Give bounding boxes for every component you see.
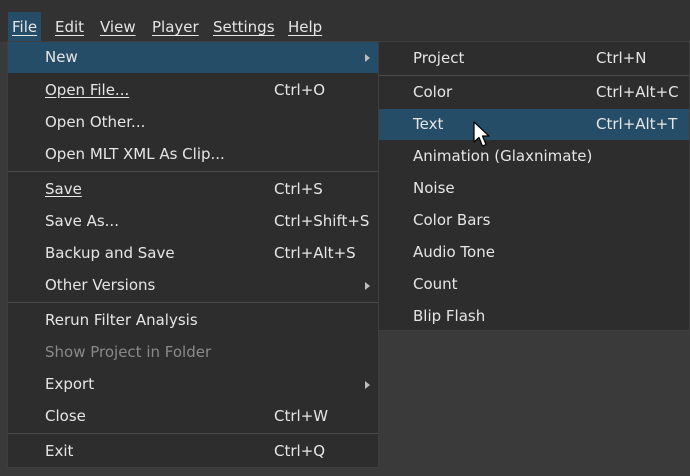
file-menu-item-backup-and-save[interactable]: Backup and Save Ctrl+Alt+S — [8, 238, 378, 269]
menu-item-label: Open MLT XML As Clip... — [45, 145, 225, 163]
mouse-pointer-icon — [473, 121, 490, 147]
menu-item-label: Open Other... — [45, 113, 146, 131]
file-menu-item-exit[interactable]: Exit Ctrl+Q — [8, 436, 378, 467]
menu-item-label: Exit — [45, 442, 74, 460]
menu-item-label: Project — [413, 49, 465, 67]
menu-item-shortcut: Ctrl+S — [274, 180, 323, 198]
menu-separator — [8, 302, 378, 303]
file-menu: New Open File... Ctrl+O Open Other... Op… — [7, 41, 379, 468]
file-menu-item-save-as[interactable]: Save As... Ctrl+Shift+S — [8, 206, 378, 237]
menu-item-shortcut: Ctrl+Alt+C — [596, 83, 679, 101]
menu-item-label: Color Bars — [413, 211, 491, 229]
menu-item-label: Audio Tone — [413, 243, 495, 261]
menu-item-label: Save As... — [45, 212, 119, 230]
menu-item-label: Noise — [413, 179, 455, 197]
file-menu-item-open-other[interactable]: Open Other... — [8, 107, 378, 138]
menu-item-shortcut: Ctrl+Shift+S — [274, 212, 370, 230]
menu-item-label: Color — [413, 83, 453, 101]
new-submenu-item-project[interactable]: Project Ctrl+N — [379, 43, 689, 74]
menu-help[interactable]: Help — [284, 12, 326, 42]
new-submenu-item-noise[interactable]: Noise — [379, 173, 689, 204]
menu-view[interactable]: View — [96, 12, 140, 42]
menu-item-shortcut: Ctrl+Alt+T — [596, 115, 678, 133]
menu-item-label: Close — [45, 407, 86, 425]
menu-item-label: Count — [413, 275, 458, 293]
menu-item-label: Blip Flash — [413, 307, 486, 325]
menu-settings[interactable]: Settings — [209, 12, 279, 42]
submenu-arrow-icon — [365, 381, 370, 389]
menu-item-label: Backup and Save — [45, 244, 175, 262]
file-menu-item-new[interactable]: New — [8, 42, 378, 73]
menu-separator — [8, 433, 378, 434]
menu-item-label: Show Project in Folder — [45, 343, 212, 361]
file-menu-item-close[interactable]: Close Ctrl+W — [8, 401, 378, 432]
submenu-arrow-icon — [365, 282, 370, 290]
file-menu-item-save[interactable]: Save Ctrl+S — [8, 174, 378, 205]
new-submenu-item-count[interactable]: Count — [379, 269, 689, 300]
menu-item-shortcut: Ctrl+Q — [274, 442, 326, 460]
menu-separator — [8, 171, 378, 172]
menu-item-shortcut: Ctrl+N — [596, 49, 647, 67]
new-submenu-item-blip-flash[interactable]: Blip Flash — [379, 301, 689, 332]
file-menu-item-rerun-filter-analysis[interactable]: Rerun Filter Analysis — [8, 305, 378, 336]
submenu-arrow-icon — [365, 54, 370, 62]
file-menu-item-export[interactable]: Export — [8, 369, 378, 400]
file-menu-item-open-file[interactable]: Open File... Ctrl+O — [8, 75, 378, 106]
menu-item-shortcut: Ctrl+O — [274, 81, 326, 99]
menu-item-label: Save — [45, 180, 82, 198]
menu-item-label: Rerun Filter Analysis — [45, 311, 198, 329]
new-submenu-item-animation[interactable]: Animation (Glaxnimate) — [379, 141, 689, 172]
menu-item-label: Text — [413, 115, 444, 133]
menu-item-label: Animation (Glaxnimate) — [413, 147, 593, 165]
menu-item-shortcut: Ctrl+W — [274, 407, 329, 425]
menu-file[interactable]: File — [8, 12, 42, 42]
new-submenu-item-text[interactable]: Text Ctrl+Alt+T — [379, 109, 689, 140]
menu-item-label: Other Versions — [45, 276, 156, 294]
menu-item-label: New — [45, 48, 78, 66]
menu-item-label: Export — [45, 375, 95, 393]
new-submenu-item-color-bars[interactable]: Color Bars — [379, 205, 689, 236]
file-menu-item-other-versions[interactable]: Other Versions — [8, 270, 378, 301]
menu-edit[interactable]: Edit — [51, 12, 88, 42]
new-submenu-item-color[interactable]: Color Ctrl+Alt+C — [379, 77, 689, 108]
menu-bar: File Edit View Player Settings Help — [0, 0, 690, 42]
new-submenu-item-audio-tone[interactable]: Audio Tone — [379, 237, 689, 268]
menu-separator — [379, 75, 689, 76]
menu-item-shortcut: Ctrl+Alt+S — [274, 244, 356, 262]
file-menu-item-open-mlt-xml[interactable]: Open MLT XML As Clip... — [8, 139, 378, 170]
file-menu-item-show-project-in-folder: Show Project in Folder — [8, 337, 378, 368]
menu-player[interactable]: Player — [148, 12, 203, 42]
app-window: File Edit View Player Settings Help New … — [0, 0, 690, 476]
menu-item-label: Open File... — [45, 81, 130, 99]
new-submenu: Project Ctrl+N Color Ctrl+Alt+C Text Ctr… — [378, 41, 690, 331]
